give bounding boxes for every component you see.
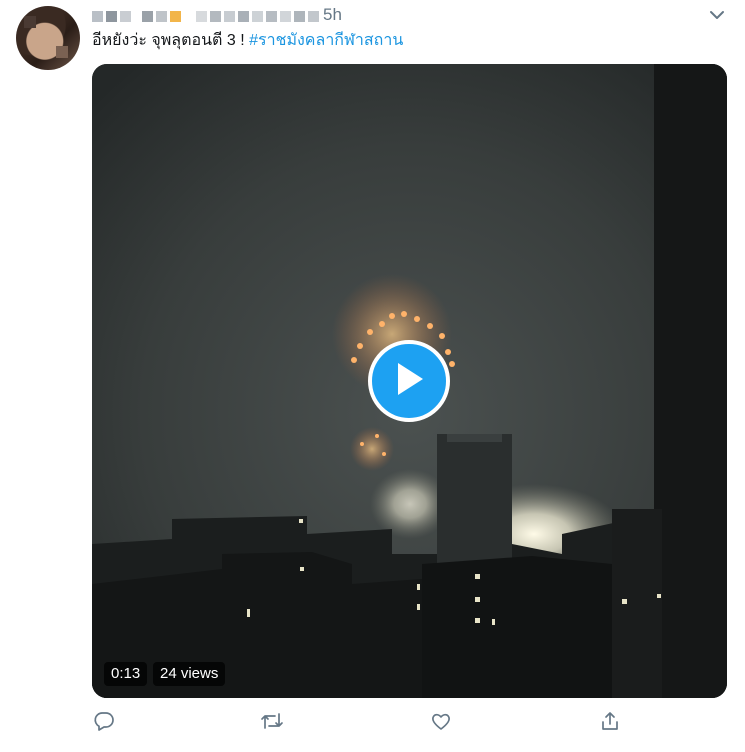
avatar[interactable] bbox=[16, 6, 80, 70]
like-button[interactable] bbox=[428, 710, 454, 736]
share-button[interactable] bbox=[597, 710, 623, 736]
retweet-icon bbox=[260, 710, 284, 737]
tweet-text: อีหยังว่ะ จุพลุตอนตี 3 ! #ราชมังคลากีฬาส… bbox=[92, 30, 403, 52]
tweet-timestamp[interactable]: 5h bbox=[323, 5, 342, 25]
blur-pixel bbox=[196, 10, 207, 22]
share-icon bbox=[599, 710, 621, 737]
video-player[interactable]: 0:13 24 views bbox=[92, 64, 727, 698]
avatar-pixel bbox=[56, 46, 68, 58]
blur-pixel bbox=[142, 10, 153, 22]
reply-icon bbox=[93, 710, 115, 737]
play-button[interactable] bbox=[368, 340, 450, 422]
blurred-author-name[interactable] bbox=[92, 6, 322, 26]
retweet-button[interactable] bbox=[259, 710, 285, 736]
tweet-body: อีหยังว่ะ จุพลุตอนตี 3 ! bbox=[92, 32, 245, 49]
blur-pixel bbox=[294, 10, 305, 22]
blur-pixel bbox=[252, 10, 263, 22]
hashtag-link[interactable]: #ราชมังคลากีฬาสถาน bbox=[249, 32, 403, 49]
blur-pixel bbox=[92, 10, 103, 22]
blur-pixel bbox=[266, 10, 277, 22]
blur-pixel bbox=[224, 10, 235, 22]
reply-button[interactable] bbox=[91, 710, 117, 736]
avatar-pixel bbox=[24, 16, 36, 28]
play-icon bbox=[392, 360, 426, 403]
tweet: 5h อีหยังว่ะ จุพลุตอนตี 3 ! #ราชมังคลากี… bbox=[0, 0, 745, 752]
blur-pixel bbox=[156, 10, 167, 22]
blur-pixel bbox=[170, 10, 181, 22]
blur-pixel bbox=[238, 10, 249, 22]
blur-pixel bbox=[308, 10, 319, 22]
tweet-actions bbox=[0, 710, 745, 736]
blur-pixel bbox=[120, 10, 131, 22]
heart-icon bbox=[430, 710, 452, 737]
video-views-badge: 24 views bbox=[153, 662, 226, 686]
video-duration-badge: 0:13 bbox=[104, 662, 148, 686]
chevron-down-icon[interactable] bbox=[706, 4, 728, 26]
blur-pixel bbox=[280, 10, 291, 22]
blur-pixel bbox=[210, 10, 221, 22]
blur-pixel bbox=[106, 10, 117, 22]
